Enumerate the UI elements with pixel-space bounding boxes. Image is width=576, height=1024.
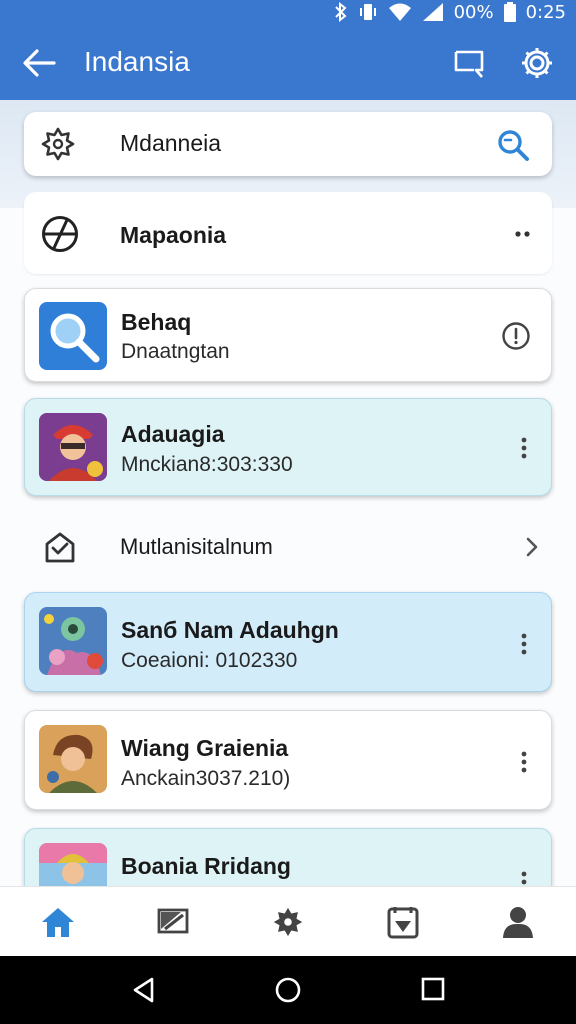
search-input[interactable]: Mdanneia — [120, 130, 221, 157]
system-navigation-bar — [0, 956, 576, 1024]
info-icon[interactable] — [501, 321, 531, 351]
nav-profile[interactable] — [460, 887, 575, 957]
page-title: Indansia — [84, 46, 190, 77]
list-item[interactable]: Wiang Graienia Anckain3037.210) — [24, 710, 552, 810]
list-item[interactable]: Adauagia Mnckian8:303:330 — [24, 398, 552, 496]
item-title: Behaq — [121, 309, 192, 335]
more-vertical-icon[interactable] — [519, 437, 529, 459]
vibrate-icon — [359, 4, 376, 20]
list-item[interactable]: Sanб Nam Adauhgn Coeaioni: 0102330 — [24, 592, 552, 692]
envelope-check-icon — [45, 532, 75, 563]
more-vertical-icon[interactable] — [519, 633, 529, 655]
home-circle-icon[interactable] — [274, 976, 302, 1004]
gallery-icon — [387, 907, 418, 939]
bottom-navigation — [0, 886, 576, 956]
item-title: Wiang Graienia — [121, 735, 289, 761]
nav-badge[interactable] — [230, 887, 345, 957]
item-subtitle: Mnckian8:303:330 — [121, 453, 293, 476]
home-icon — [41, 908, 74, 937]
nav-messages[interactable] — [115, 887, 230, 957]
item-title: Sanб Nam Adauhgn — [121, 617, 339, 643]
messages-icon — [157, 908, 188, 934]
settings-gear-icon[interactable] — [518, 44, 556, 82]
compass-icon — [42, 216, 78, 252]
game-avatar-icon — [39, 413, 107, 481]
battery-percent: 00% — [453, 1, 494, 23]
clock: 0:25 — [525, 1, 566, 23]
game-avatar-icon — [39, 607, 107, 675]
game-avatar-icon — [39, 725, 107, 793]
recents-square-icon[interactable] — [420, 976, 446, 1002]
content-area: Mdanneia Mapaonia Behaq Dnaatngtan Adaua… — [0, 100, 576, 886]
item-title: Mutlanisitalnum — [120, 534, 273, 559]
battery-icon — [503, 2, 516, 22]
item-title: Boania Rridang — [121, 853, 291, 879]
profile-icon — [502, 907, 533, 938]
game-avatar-icon — [39, 843, 107, 886]
title-bar: Indansia — [0, 36, 576, 88]
more-vertical-icon[interactable] — [519, 751, 529, 773]
item-title: Adauagia — [121, 421, 225, 447]
nav-gallery[interactable] — [345, 887, 460, 957]
back-triangle-icon[interactable] — [130, 976, 158, 1004]
more-vertical-icon[interactable] — [519, 871, 529, 886]
list-item[interactable]: Boania Rridang — [24, 828, 552, 886]
app-bar: 00% 0:25 Indansia — [0, 0, 576, 100]
menu-row[interactable]: Mapaonia — [24, 192, 552, 274]
search-icon[interactable] — [496, 128, 530, 162]
signal-icon — [422, 3, 443, 21]
badge-icon — [273, 907, 302, 937]
wifi-icon — [388, 3, 411, 21]
menu-row-label: Mapaonia — [120, 222, 227, 248]
search-card[interactable]: Mdanneia — [24, 112, 552, 176]
list-item[interactable]: Mutlanisitalnum — [0, 510, 576, 584]
item-subtitle: Dnaatngtan — [121, 340, 230, 363]
more-horizontal-icon[interactable] — [514, 230, 532, 238]
item-subtitle: Coeaioni: 0102330 — [121, 649, 298, 672]
search-app-icon — [39, 302, 107, 370]
item-subtitle: Anckain3037.210) — [121, 767, 291, 790]
gear-star-icon — [41, 127, 75, 161]
bluetooth-icon — [334, 2, 347, 22]
window-icon[interactable] — [452, 48, 486, 80]
status-bar: 00% 0:25 — [334, 0, 566, 24]
nav-home[interactable] — [0, 887, 115, 957]
list-item[interactable]: Behaq Dnaatngtan — [24, 288, 552, 382]
chevron-right-icon[interactable] — [524, 536, 540, 558]
back-arrow-icon[interactable] — [22, 48, 56, 78]
